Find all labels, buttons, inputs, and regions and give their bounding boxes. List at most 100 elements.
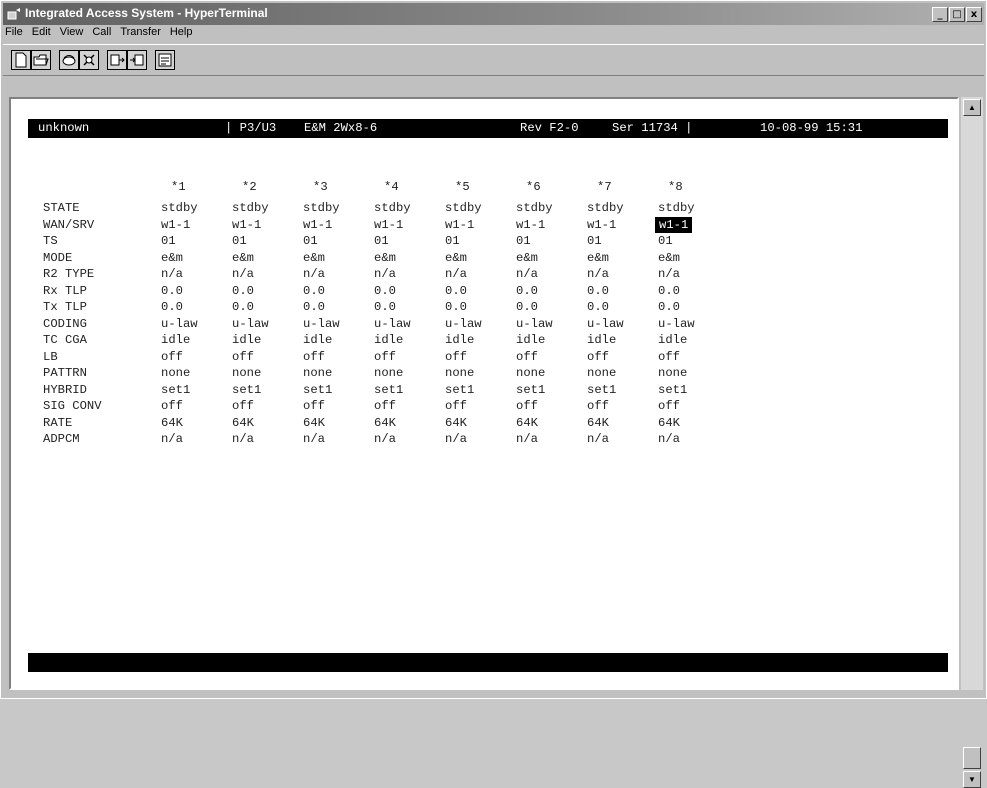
config-cell[interactable]: n/a — [374, 431, 396, 447]
disconnect-button[interactable] — [79, 50, 99, 70]
config-cell[interactable]: idle — [516, 332, 545, 348]
config-cell[interactable]: w1-1 — [655, 216, 693, 233]
config-cell[interactable]: 0.0 — [303, 299, 325, 315]
config-cell[interactable]: 64K — [516, 415, 538, 431]
config-cell[interactable]: idle — [658, 332, 687, 348]
title-bar[interactable]: Integrated Access System - HyperTerminal… — [3, 3, 984, 25]
config-cell[interactable]: 0.0 — [161, 299, 183, 315]
config-cell[interactable]: u-law — [161, 316, 198, 332]
config-cell[interactable]: 0.0 — [374, 299, 396, 315]
config-cell[interactable]: 01 — [232, 233, 247, 249]
config-cell[interactable]: 0.0 — [232, 299, 254, 315]
config-cell[interactable]: idle — [587, 332, 616, 348]
config-cell[interactable]: off — [587, 349, 609, 365]
menu-file[interactable]: File — [5, 26, 23, 38]
config-cell[interactable]: n/a — [161, 431, 183, 447]
config-cell[interactable]: e&m — [445, 250, 467, 266]
config-cell[interactable]: e&m — [516, 250, 538, 266]
config-cell[interactable]: u-law — [374, 316, 411, 332]
config-cell[interactable]: set1 — [658, 382, 687, 398]
config-cell[interactable]: stdby — [303, 200, 340, 216]
command-main[interactable]: Main — [347, 674, 376, 688]
config-cell[interactable]: 0.0 — [303, 283, 325, 299]
config-cell[interactable]: w1-1 — [374, 217, 403, 233]
config-cell[interactable]: off — [232, 349, 254, 365]
config-cell[interactable]: n/a — [445, 266, 467, 282]
config-cell[interactable]: set1 — [587, 382, 616, 398]
menu-edit[interactable]: Edit — [32, 26, 51, 38]
receive-button[interactable] — [127, 50, 147, 70]
new-button[interactable] — [11, 50, 31, 70]
minimize-button[interactable]: _ — [932, 7, 948, 22]
scroll-thumb[interactable] — [963, 747, 981, 769]
config-cell[interactable]: 01 — [374, 233, 389, 249]
config-cell[interactable]: n/a — [374, 266, 396, 282]
config-cell[interactable]: n/a — [658, 266, 680, 282]
config-cell[interactable]: idle — [161, 332, 190, 348]
config-cell[interactable]: 01 — [658, 233, 673, 249]
config-cell[interactable]: idle — [303, 332, 332, 348]
menu-call[interactable]: Call — [92, 26, 111, 38]
config-cell[interactable]: off — [161, 349, 183, 365]
config-cell[interactable]: off — [587, 398, 609, 414]
config-cell[interactable]: set1 — [303, 382, 332, 398]
config-cell[interactable]: off — [658, 349, 680, 365]
config-cell[interactable]: w1-1 — [587, 217, 616, 233]
config-cell[interactable]: n/a — [587, 266, 609, 282]
config-cell[interactable]: none — [658, 365, 687, 381]
config-cell[interactable]: 0.0 — [161, 283, 183, 299]
config-cell[interactable]: 01 — [161, 233, 176, 249]
config-cell[interactable]: 64K — [303, 415, 325, 431]
config-cell[interactable]: 01 — [445, 233, 460, 249]
properties-button[interactable] — [155, 50, 175, 70]
send-button[interactable] — [107, 50, 127, 70]
config-cell[interactable]: 0.0 — [445, 283, 467, 299]
config-cell[interactable]: none — [161, 365, 190, 381]
config-cell[interactable]: n/a — [658, 431, 680, 447]
config-cell[interactable]: 0.0 — [374, 283, 396, 299]
config-cell[interactable]: w1-1 — [516, 217, 545, 233]
scroll-up-button[interactable]: ▲ — [963, 99, 981, 116]
config-cell[interactable]: n/a — [516, 266, 538, 282]
config-cell[interactable]: e&m — [587, 250, 609, 266]
call-button[interactable] — [59, 50, 79, 70]
config-cell[interactable]: set1 — [374, 382, 403, 398]
config-cell[interactable]: e&m — [303, 250, 325, 266]
config-cell[interactable]: stdby — [587, 200, 624, 216]
config-cell[interactable]: stdby — [445, 200, 482, 216]
config-cell[interactable]: off — [232, 398, 254, 414]
config-cell[interactable]: off — [374, 398, 396, 414]
config-cell[interactable]: 64K — [658, 415, 680, 431]
config-cell[interactable]: 0.0 — [445, 299, 467, 315]
config-cell[interactable]: e&m — [161, 250, 183, 266]
config-cell[interactable]: none — [232, 365, 261, 381]
config-cell[interactable]: off — [445, 349, 467, 365]
config-cell[interactable]: idle — [374, 332, 403, 348]
config-cell[interactable]: 01 — [587, 233, 602, 249]
config-cell[interactable]: stdby — [658, 200, 695, 216]
config-cell[interactable]: off — [516, 398, 538, 414]
config-cell[interactable]: u-law — [445, 316, 482, 332]
config-cell[interactable]: 0.0 — [516, 283, 538, 299]
maximize-button[interactable]: □ — [949, 7, 965, 22]
terminal-area[interactable] — [9, 97, 959, 690]
scroll-down-button[interactable]: ▼ — [963, 771, 981, 788]
config-cell[interactable]: set1 — [516, 382, 545, 398]
config-cell[interactable]: u-law — [587, 316, 624, 332]
config-cell[interactable]: n/a — [161, 266, 183, 282]
config-cell[interactable]: e&m — [374, 250, 396, 266]
config-cell[interactable]: 64K — [587, 415, 609, 431]
open-button[interactable] — [31, 50, 51, 70]
config-cell[interactable]: u-law — [232, 316, 269, 332]
config-cell[interactable]: off — [658, 398, 680, 414]
config-cell[interactable]: n/a — [303, 266, 325, 282]
config-cell[interactable]: 0.0 — [232, 283, 254, 299]
config-cell[interactable]: stdby — [374, 200, 411, 216]
menu-transfer[interactable]: Transfer — [120, 26, 161, 38]
config-cell[interactable]: off — [516, 349, 538, 365]
config-cell[interactable]: 01 — [303, 233, 318, 249]
config-cell[interactable]: u-law — [303, 316, 340, 332]
config-cell[interactable]: n/a — [303, 431, 325, 447]
config-cell[interactable]: set1 — [445, 382, 474, 398]
menu-view[interactable]: View — [60, 26, 84, 38]
